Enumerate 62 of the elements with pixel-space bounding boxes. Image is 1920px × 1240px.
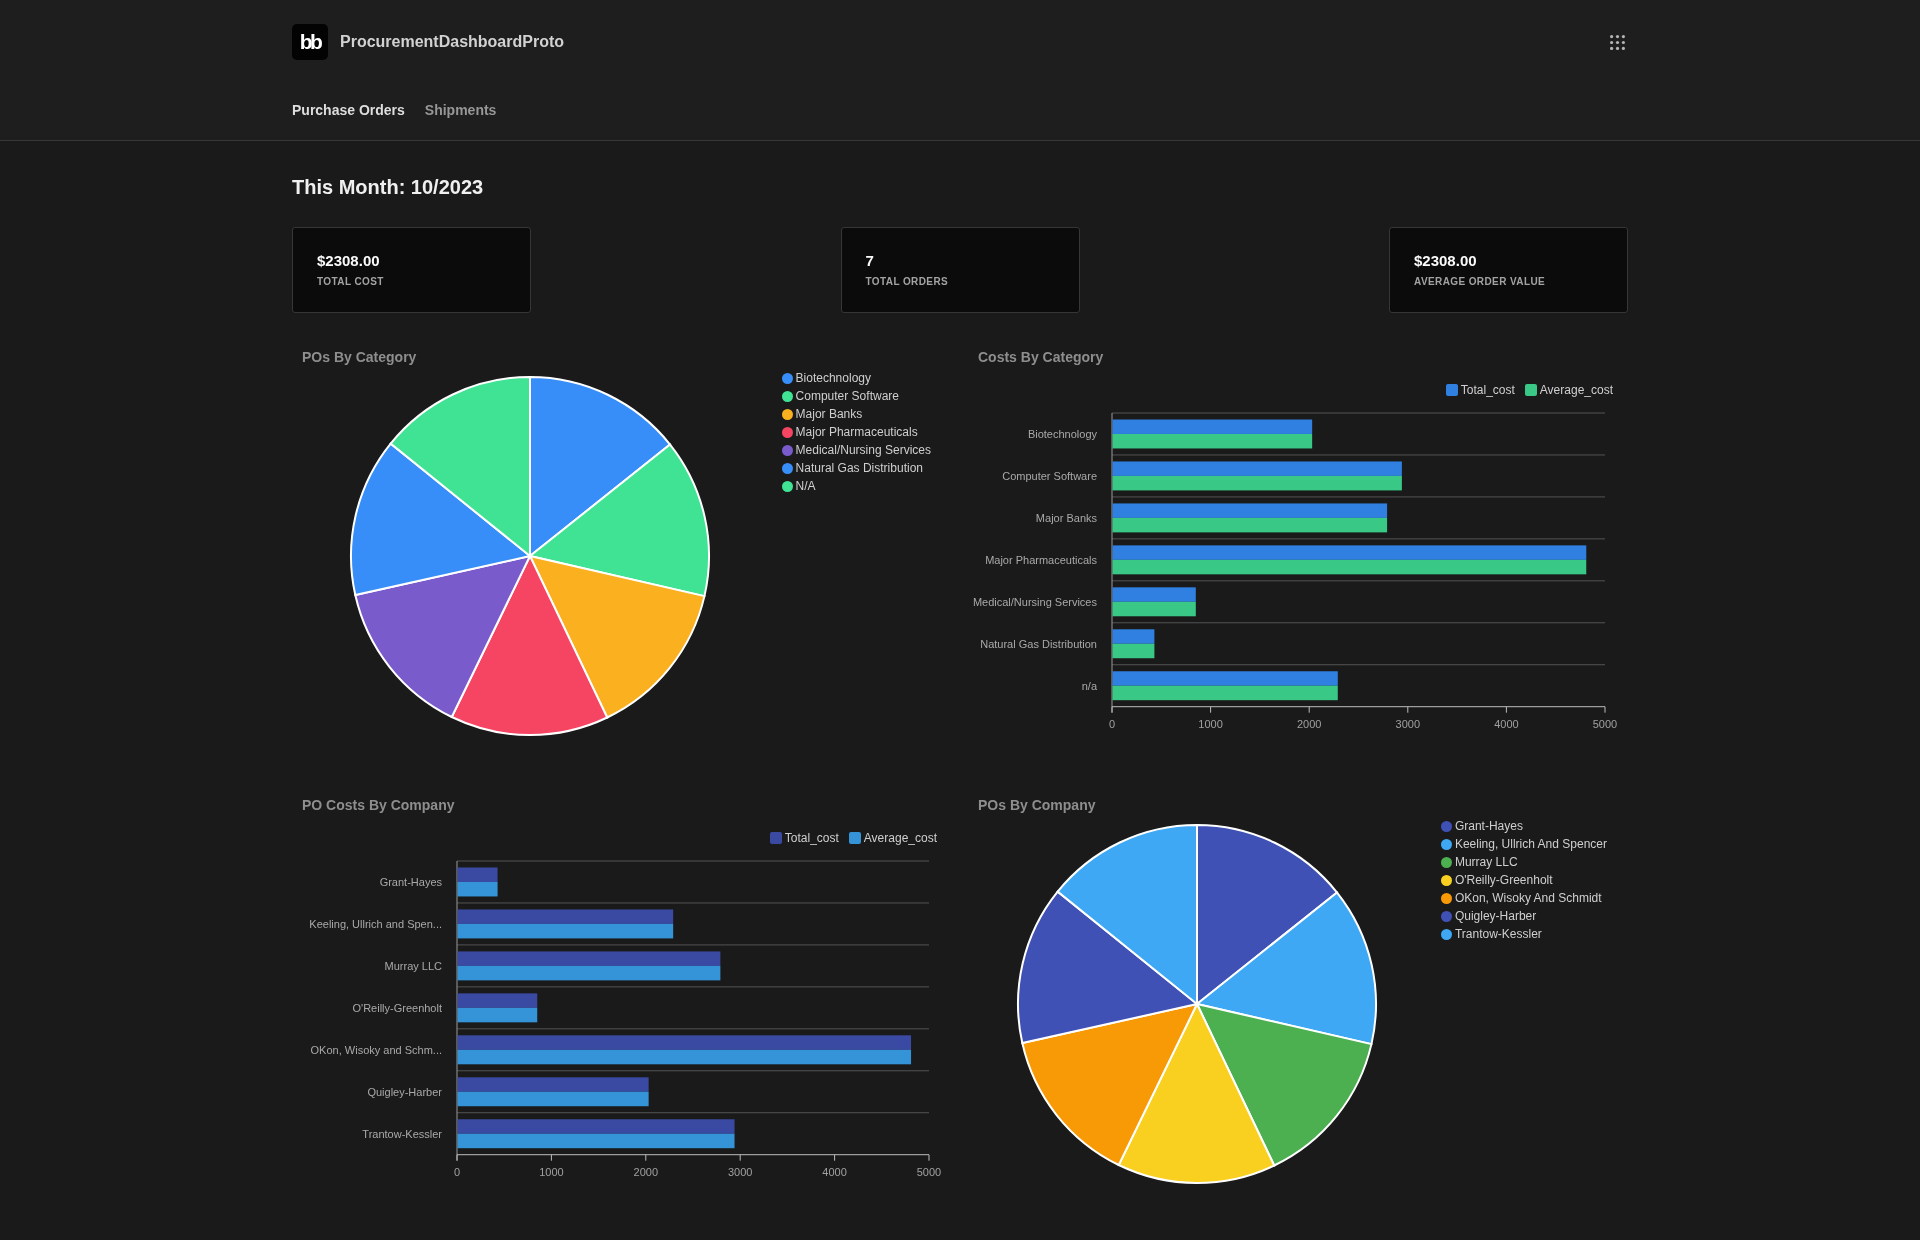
legend-label: Total_cost <box>1460 383 1515 397</box>
legend-label: N/A <box>795 479 816 493</box>
axis-tick-label: 1000 <box>539 1166 564 1178</box>
axis-category-label: Quigley-Harber <box>367 1085 442 1098</box>
legend-label: Biotechnology <box>795 371 871 385</box>
axis-tick-label: 0 <box>1108 718 1116 730</box>
axis-tick-label: 1000 <box>1198 718 1223 730</box>
axis-category-label: Natural Gas Distribution <box>980 637 1097 650</box>
axis-category-label: Keeling, Ullrich and Spen... <box>309 917 442 930</box>
axis-category-label: Grant-Hayes <box>379 876 442 888</box>
legend-label: OKon, Wisoky And Schmidt <box>1454 891 1602 905</box>
stat-label: AVERAGE ORDER VALUE <box>1414 275 1546 289</box>
stat-label: TOTAL ORDERS <box>865 275 949 289</box>
axis-category-label: Major Pharmaceuticals <box>985 553 1097 566</box>
stat-label: TOTAL COST <box>317 275 384 289</box>
axis-category-label: Biotechnology <box>1027 428 1097 440</box>
stat-value: 7 <box>865 252 874 270</box>
axis-tick-label: 2000 <box>1296 718 1322 730</box>
legend-label: Computer Software <box>795 389 899 403</box>
axis-category-label: Computer Software <box>1002 469 1097 482</box>
legend-label: O'Reilly-Greenholt <box>1454 873 1553 887</box>
legend-label: Major Banks <box>795 407 863 421</box>
axis-tick-label: 0 <box>453 1166 461 1178</box>
nav-tab[interactable]: Purchase Orders <box>292 100 405 120</box>
axis-category-label: Murray LLC <box>384 959 442 972</box>
legend-label: Trantow-Kessler <box>1454 927 1542 941</box>
legend-label: Grant-Hayes <box>1454 819 1523 833</box>
stat-value: $2308.00 <box>317 252 380 270</box>
chart-bar <box>457 867 498 882</box>
chart-bar <box>1112 629 1155 644</box>
axis-category-label: O'Reilly-Greenholt <box>352 1001 442 1014</box>
legend-label: Natural Gas Distribution <box>795 461 923 475</box>
axis-tick-label: 5000 <box>916 1166 942 1178</box>
app-logo: bb <box>292 24 328 60</box>
axis-category-label: Trantow-Kessler <box>362 1127 442 1140</box>
legend-label: Quigley-Harber <box>1454 909 1537 923</box>
chart-title: PO Costs By Company <box>302 796 455 814</box>
axis-category-label: OKon, Wisoky and Schm... <box>310 1043 442 1056</box>
chart-title: POs By Company <box>978 796 1096 814</box>
axis-tick-label: 5000 <box>1592 718 1618 730</box>
legend-label: Total_cost <box>784 831 839 845</box>
chart-title: POs By Category <box>302 348 417 366</box>
axis-tick-label: 3000 <box>1395 718 1421 730</box>
legend-label: Medical/Nursing Services <box>795 443 931 457</box>
axis-tick-label: 4000 <box>822 1166 847 1178</box>
stat-value: $2308.00 <box>1414 252 1477 270</box>
app-title: ProcurementDashboardProto <box>340 32 565 52</box>
legend-label: Keeling, Ullrich And Spencer <box>1454 837 1607 851</box>
legend-label: Average_cost <box>1539 383 1613 397</box>
axis-category-label: Medical/Nursing Services <box>972 595 1097 608</box>
app-grid-icon[interactable] <box>1610 34 1625 50</box>
chart-title: Costs By Category <box>978 348 1104 366</box>
legend-label: Murray LLC <box>1454 855 1518 869</box>
axis-tick-label: 2000 <box>633 1166 659 1178</box>
axis-tick-label: 4000 <box>1494 718 1519 730</box>
page-heading: This Month: 10/2023 <box>292 175 484 200</box>
axis-tick-label: 3000 <box>727 1166 753 1178</box>
axis-category-label: Major Banks <box>1035 511 1097 524</box>
nav-tab[interactable]: Shipments <box>424 100 497 120</box>
legend-label: Average_cost <box>863 831 937 845</box>
legend-label: Major Pharmaceuticals <box>795 425 918 439</box>
axis-category-label: n/a <box>1081 679 1097 692</box>
